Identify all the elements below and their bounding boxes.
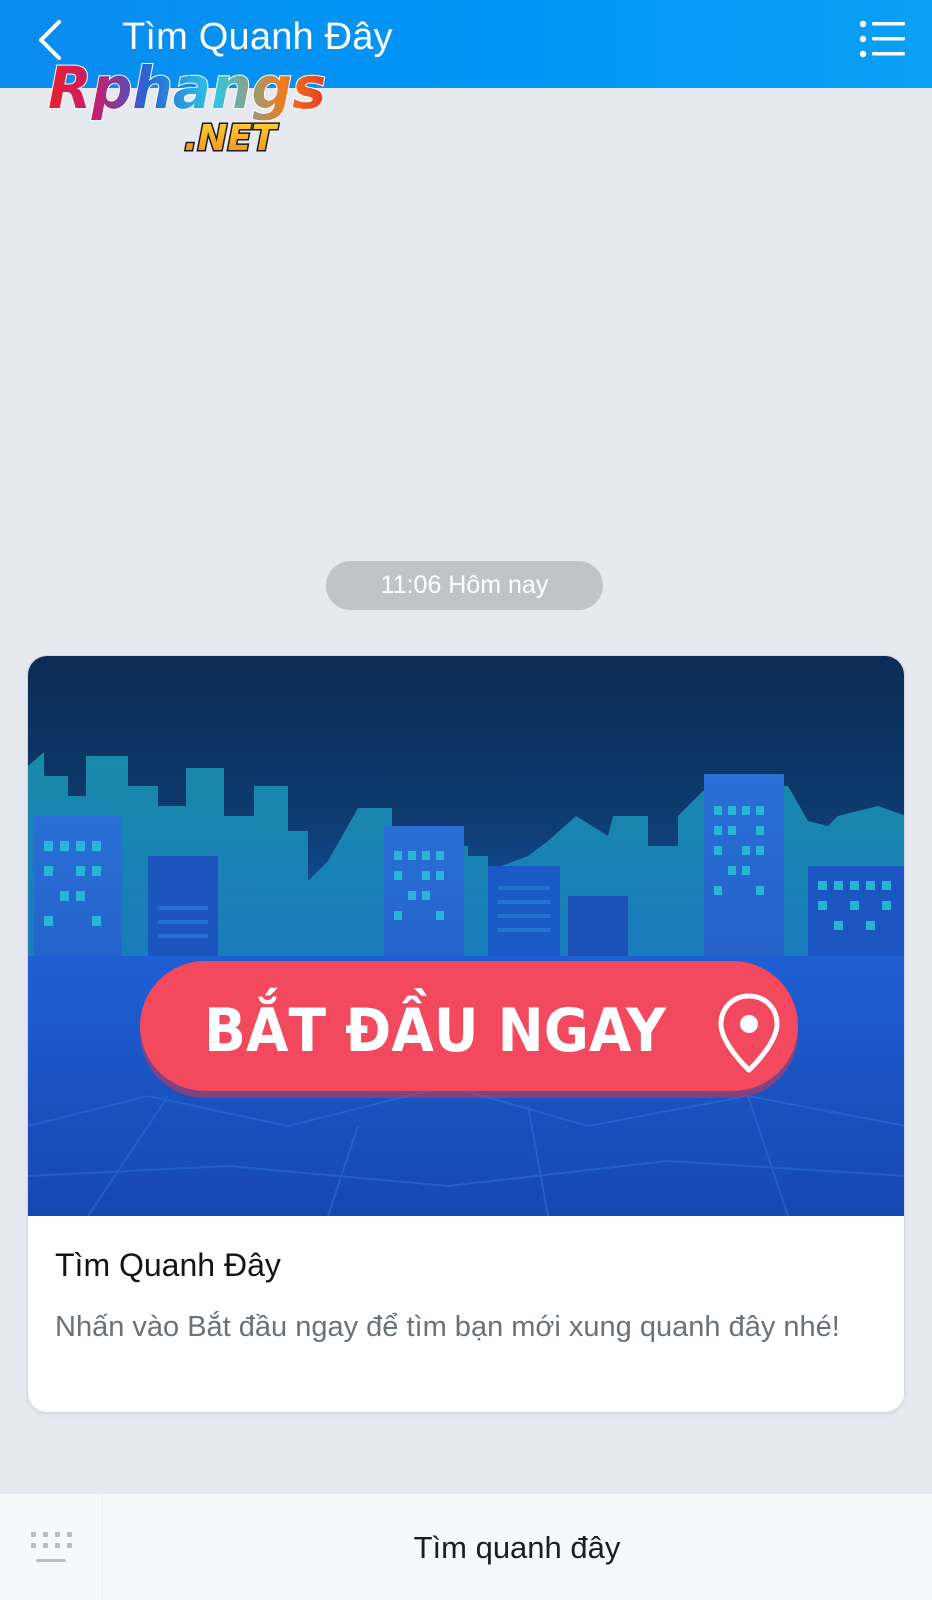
watermark-main-text: Rphangs	[48, 56, 326, 122]
feature-card[interactable]: BẮT ĐẦU NGAY Tìm Quanh Đây Nhấn vào Bắt …	[27, 655, 905, 1413]
keyboard-toggle-icon	[30, 1531, 72, 1562]
timestamp-pill: 11:06 Hôm nay	[326, 561, 603, 610]
list-menu-icon	[859, 20, 905, 58]
watermark-sub-text: .NET	[184, 118, 278, 159]
card-title: Tìm Quanh Đây	[55, 1247, 281, 1283]
banner-image[interactable]: BẮT ĐẦU NGAY	[28, 656, 905, 1216]
app-screen: Tìm Quanh Đây Rphangs .NET 11:06 Hôm nay…	[0, 0, 932, 1600]
find-nearby-label: Tìm quanh đây	[413, 1529, 621, 1565]
page-title: Tìm Quanh Đây	[122, 16, 393, 58]
start-now-label: BẮT ĐẦU NGAY	[204, 987, 667, 1066]
timestamp-text: 11:06 Hôm nay	[380, 571, 549, 599]
find-nearby-button[interactable]: Tìm quanh đây	[102, 1494, 932, 1600]
card-description: Nhấn vào Bắt đầu ngay để tìm bạn mới xun…	[55, 1311, 840, 1343]
keyboard-toggle-button[interactable]	[0, 1494, 102, 1600]
bottom-action-bar: Tìm quanh đây	[0, 1493, 932, 1600]
watermark-logo: Rphangs .NET	[47, 56, 327, 161]
menu-button[interactable]	[854, 14, 912, 64]
